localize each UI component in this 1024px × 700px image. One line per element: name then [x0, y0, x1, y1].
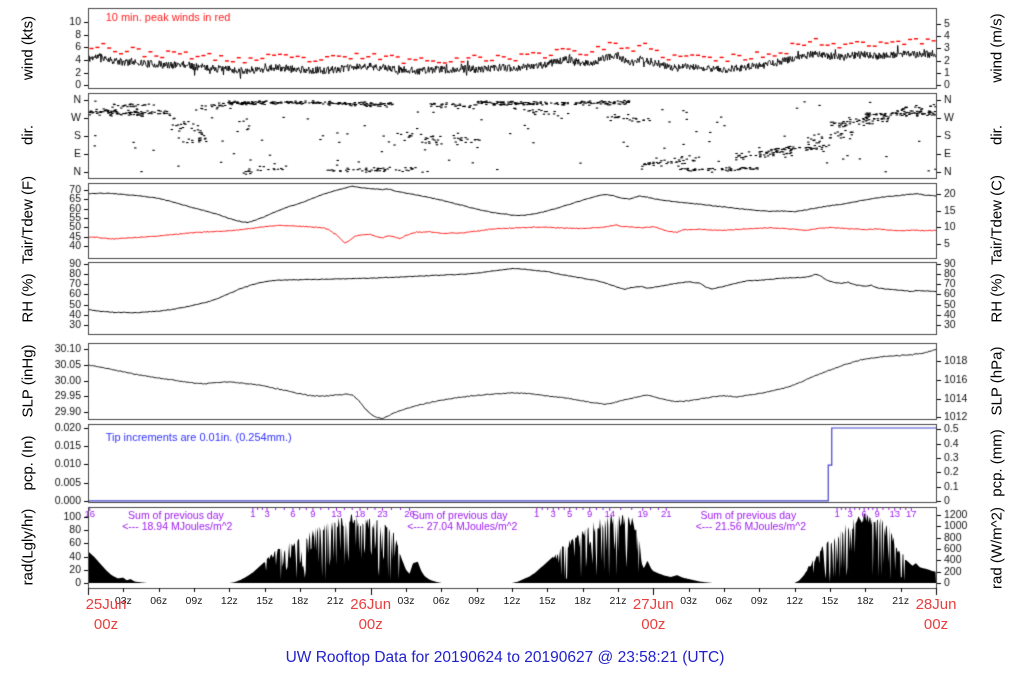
x-day-label: 28Jun 00z — [915, 596, 957, 634]
x-tick-label: 06z — [150, 595, 168, 607]
x-tick-label: 09z — [185, 595, 203, 607]
x-day-label: 26Jun 00z — [350, 596, 392, 634]
x-tick-label: 15z — [538, 595, 556, 607]
x-tick-label: 06z — [715, 595, 733, 607]
y-axis-label-dir-left: dir. — [19, 124, 37, 146]
x-tick-label: 18z — [856, 595, 874, 607]
x-day-label: 27Jun 00z — [632, 596, 674, 634]
x-tick-label: 12z — [503, 595, 521, 607]
y-axis-label-rad-left: rad(Lgly/hr) — [19, 508, 37, 586]
x-tick-label: 15z — [821, 595, 839, 607]
x-tick-label: 12z — [786, 595, 804, 607]
x-tick-label: 06z — [432, 595, 450, 607]
y-axis-label-pcp-right: pcp. (mm) — [988, 429, 1006, 497]
y-axis-label-pcp-left: pcp. (In) — [19, 435, 37, 491]
y-axis-label-tair-right: Tair/Tdew (C) — [988, 174, 1006, 266]
y-axis-label-tair-left: Tair/Tdew (F) — [19, 175, 37, 265]
x-day-label: 25Jun 00z — [85, 596, 127, 634]
x-tick-label: 12z — [220, 595, 238, 607]
x-tick-label: 15z — [256, 595, 274, 607]
y-axis-label-slp-left: SLP (inHg) — [19, 344, 37, 418]
weather-station-plot: wind (kts) dir. Tair/Tdew (F) RH (%) SLP… — [0, 0, 1024, 700]
y-axis-label-wind-right: wind (m/s) — [988, 13, 1006, 83]
x-tick-label: 18z — [291, 595, 309, 607]
x-tick-label: 09z — [750, 595, 768, 607]
x-tick-label: 18z — [574, 595, 592, 607]
y-axis-label-wind-left: wind (kts) — [19, 15, 37, 81]
x-tick-label: 09z — [468, 595, 486, 607]
page-title: UW Rooftop Data for 20190624 to 20190627… — [285, 649, 725, 666]
y-axis-label-slp-right: SLP (hPa) — [988, 346, 1006, 416]
y-axis-label-rad-right: rad (W/m^2) — [988, 506, 1006, 590]
y-axis-label-rh-left: RH (%) — [19, 273, 37, 323]
y-axis-label-rh-right: RH (%) — [988, 273, 1006, 323]
y-axis-label-dir-right: dir. — [988, 124, 1006, 146]
